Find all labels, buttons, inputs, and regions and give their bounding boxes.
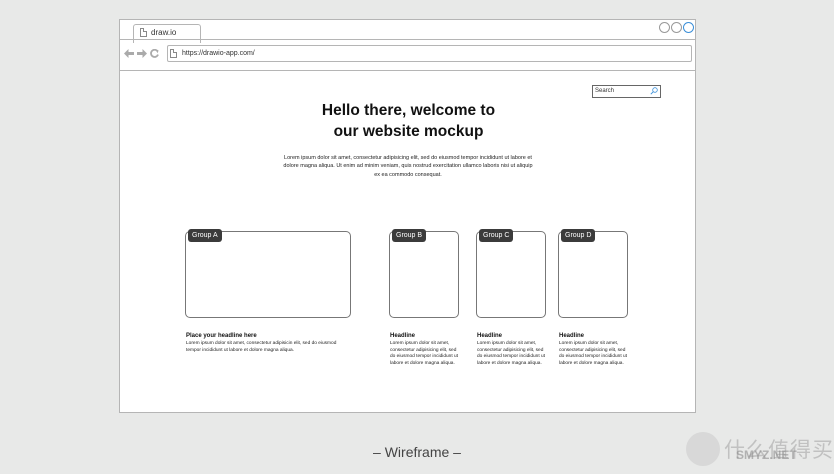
- document-icon: [140, 28, 147, 37]
- reload-icon[interactable]: [150, 49, 159, 58]
- group-a-card[interactable]: Group A: [185, 229, 351, 318]
- address-url: https://drawio-app.com/: [182, 50, 255, 57]
- tabbar-divider: [120, 39, 695, 40]
- page-icon: [170, 49, 177, 58]
- group-a-label: Group A: [188, 229, 222, 242]
- nav-buttons: [124, 49, 159, 58]
- window-minimize-icon[interactable]: [659, 22, 670, 33]
- forward-arrow-icon[interactable]: [137, 49, 147, 58]
- group-b-text: Lorem ipsum dolor sit amet, consectetur …: [390, 341, 458, 366]
- group-c-headline: Headline: [477, 333, 503, 339]
- hero-title-line2: our website mockup: [333, 123, 484, 140]
- watermark-sub: SMYZ.NET: [736, 448, 797, 462]
- group-b-label: Group B: [392, 229, 427, 242]
- group-a-headline: Place your headline here: [186, 333, 257, 339]
- watermark: 什么值得买 SMYZ.NET: [686, 432, 834, 472]
- group-d-text: Lorem ipsum dolor sit amet, consectetur …: [559, 341, 627, 366]
- hero-title-line1: Hello there, welcome to: [321, 102, 496, 119]
- group-a-text: Lorem ipsum dolor sit amet, consectetur …: [186, 341, 337, 353]
- group-c-label: Group C: [479, 229, 514, 242]
- browser-window: draw.io https://drawio-app.com/ Search H…: [119, 19, 696, 413]
- back-arrow-icon[interactable]: [124, 49, 134, 58]
- window-close-icon[interactable]: [683, 22, 694, 33]
- hero-title: Hello there, welcome to our website mock…: [120, 100, 697, 142]
- hero-paragraph: Lorem ipsum dolor sit amet, consectetur …: [283, 155, 533, 178]
- group-b-headline: Headline: [390, 333, 416, 339]
- search-icon[interactable]: [650, 87, 658, 95]
- navbar-divider: [120, 70, 695, 71]
- group-c-text: Lorem ipsum dolor sit amet, consectetur …: [477, 341, 545, 366]
- browser-tab[interactable]: draw.io: [133, 24, 201, 43]
- group-c-card[interactable]: Group C: [476, 229, 546, 318]
- group-b-card[interactable]: Group B: [389, 229, 459, 318]
- window-maximize-icon[interactable]: [671, 22, 682, 33]
- watermark-logo-icon: [686, 432, 720, 466]
- window-controls: [659, 22, 694, 33]
- group-d-label: Group D: [561, 229, 596, 242]
- tab-title: draw.io: [151, 28, 177, 37]
- group-d-card[interactable]: Group D: [558, 229, 628, 318]
- search-placeholder: Search: [595, 88, 615, 94]
- search-input[interactable]: Search: [592, 85, 661, 98]
- address-bar[interactable]: https://drawio-app.com/: [167, 45, 692, 62]
- group-d-headline: Headline: [559, 333, 585, 339]
